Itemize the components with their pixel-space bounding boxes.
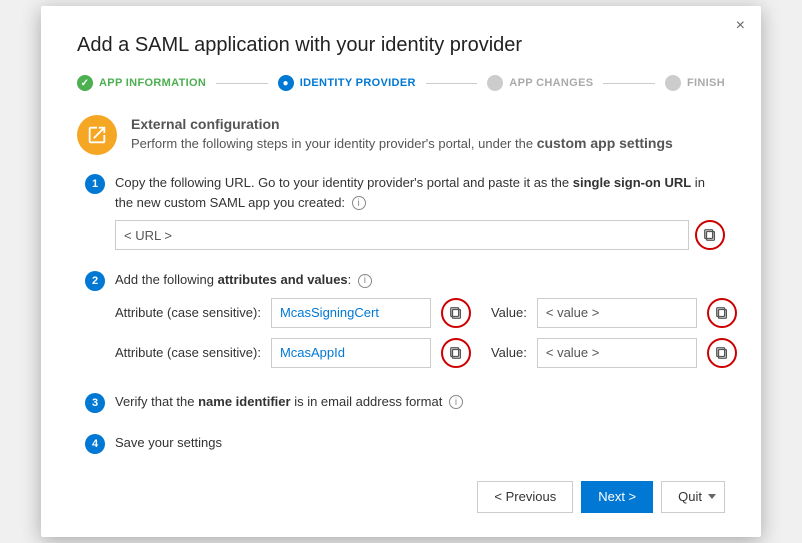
attr-input-1[interactable] [271, 298, 431, 328]
section-desc-bold: custom app settings [537, 135, 673, 151]
attr-copy-btn-2[interactable] [441, 338, 471, 368]
section-header: External configuration Perform the follo… [77, 113, 725, 155]
dialog-title: Add a SAML application with your identit… [77, 34, 725, 57]
external-link-icon [86, 124, 108, 146]
step-3-info-icon[interactable]: i [449, 395, 463, 409]
copy-icon-attr-2 [449, 346, 463, 360]
step-1-text-bold: single sign-on URL [573, 175, 691, 190]
step-finish: FINISH [665, 75, 725, 91]
value-label-2: Value: [491, 345, 527, 360]
step-icon-app-changes [487, 75, 503, 91]
attr-row-1: Attribute (case sensitive): Value: [115, 298, 737, 328]
step-app-information: ✓ APP INFORMATION [77, 75, 206, 91]
value-input-1[interactable] [537, 298, 697, 328]
step-item-4: 4 Save your settings [85, 433, 725, 461]
external-config-icon [77, 115, 117, 155]
step-2-text-bold: attributes and values [218, 272, 348, 287]
quit-chevron-icon [708, 494, 716, 499]
steps-list: 1 Copy the following URL. Go to your ide… [77, 173, 725, 461]
step-num-1: 1 [85, 174, 105, 194]
quit-button[interactable]: Quit [661, 481, 725, 513]
url-input[interactable] [115, 220, 689, 250]
attr-label-1: Attribute (case sensitive): [115, 305, 261, 320]
copy-icon-value-2 [715, 346, 729, 360]
step-label-app-changes: APP CHANGES [509, 77, 593, 89]
main-dialog: × Add a SAML application with your ident… [41, 6, 761, 537]
step-item-2: 2 Add the following attributes and value… [85, 270, 725, 378]
value-copy-btn-2[interactable] [707, 338, 737, 368]
step-icon-identity-provider: ● [278, 75, 294, 91]
attr-copy-btn-1[interactable] [441, 298, 471, 328]
step-4-text: Save your settings [115, 433, 725, 453]
step-item-1: 1 Copy the following URL. Go to your ide… [85, 173, 725, 256]
section-title: External configuration [131, 116, 280, 132]
step-label-finish: FINISH [687, 77, 725, 89]
step-identity-provider: ● IDENTITY PROVIDER [278, 75, 416, 91]
copy-icon [703, 228, 717, 242]
step-line-2 [426, 83, 478, 84]
step-2-text-pre: Add the following [115, 272, 218, 287]
value-copy-btn-1[interactable] [707, 298, 737, 328]
step-3-text-pre: Verify that the [115, 394, 198, 409]
quit-label: Quit [678, 489, 702, 504]
dialog-footer: < Previous Next > Quit [77, 481, 725, 513]
previous-button[interactable]: < Previous [477, 481, 573, 513]
url-copy-button[interactable] [695, 220, 725, 250]
step-app-changes: APP CHANGES [487, 75, 593, 91]
step-line-3 [603, 83, 655, 84]
stepper: ✓ APP INFORMATION ● IDENTITY PROVIDER AP… [77, 75, 725, 91]
attr-input-2[interactable] [271, 338, 431, 368]
step-2-content: Add the following attributes and values:… [115, 270, 737, 378]
step-line-1 [216, 83, 268, 84]
step-1-info-icon[interactable]: i [352, 196, 366, 210]
copy-icon-value-1 [715, 306, 729, 320]
step-num-4: 4 [85, 434, 105, 454]
step-1-content: Copy the following URL. Go to your ident… [115, 173, 725, 256]
step-3-content: Verify that the name identifier is in em… [115, 392, 725, 420]
step-label-app-information: APP INFORMATION [99, 77, 206, 89]
attr-row-2: Attribute (case sensitive): Value: [115, 338, 737, 368]
step-icon-app-information: ✓ [77, 75, 93, 91]
section-desc-pre: Perform the following steps in your iden… [131, 136, 537, 151]
step-1-text-pre: Copy the following URL. Go to your ident… [115, 175, 573, 190]
step-item-3: 3 Verify that the name identifier is in … [85, 392, 725, 420]
step-num-3: 3 [85, 393, 105, 413]
step-4-content: Save your settings [115, 433, 725, 461]
close-button[interactable]: × [736, 18, 745, 34]
next-button[interactable]: Next > [581, 481, 653, 513]
value-input-2[interactable] [537, 338, 697, 368]
value-label-1: Value: [491, 305, 527, 320]
step-3-text-bold: name identifier [198, 394, 290, 409]
step-3-text-post: is in email address format [291, 394, 443, 409]
step-2-text-post: : [348, 272, 352, 287]
step-icon-finish [665, 75, 681, 91]
url-input-row [115, 220, 725, 250]
step-2-info-icon[interactable]: i [358, 274, 372, 288]
step-num-2: 2 [85, 271, 105, 291]
attr-label-2: Attribute (case sensitive): [115, 345, 261, 360]
copy-icon-attr-1 [449, 306, 463, 320]
section-description: External configuration Perform the follo… [131, 113, 673, 151]
step-label-identity-provider: IDENTITY PROVIDER [300, 77, 416, 89]
